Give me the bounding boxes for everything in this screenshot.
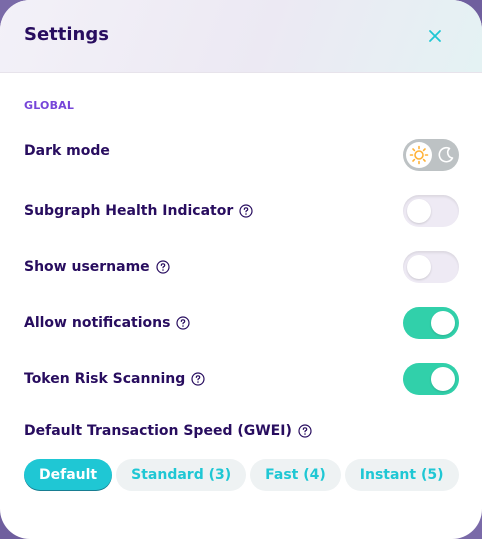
help-icon[interactable]	[191, 372, 205, 386]
speed-option-standard[interactable]: Standard (3)	[116, 459, 247, 491]
sun-icon	[409, 145, 429, 165]
transaction-speed-row: Default Transaction Speed (GWEI)	[24, 423, 312, 439]
help-icon[interactable]	[239, 204, 253, 218]
close-icon	[429, 30, 441, 42]
speed-option-default[interactable]: Default	[24, 459, 113, 491]
speed-option-instant[interactable]: Instant (5)	[344, 459, 459, 491]
dark-mode-label: Dark mode	[24, 143, 110, 159]
allow-notifications-label: Allow notifications	[24, 315, 171, 331]
moon-icon-wrap	[436, 145, 456, 165]
subgraph-health-label: Subgraph Health Indicator	[24, 203, 234, 219]
settings-modal: Settings GLOBAL Dark mode Subgraph Healt…	[0, 0, 482, 539]
toggle-knob	[431, 367, 455, 391]
allow-notifications-row: Allow notifications	[24, 315, 191, 331]
token-risk-scanning-toggle[interactable]	[403, 363, 459, 395]
allow-notifications-toggle[interactable]	[403, 307, 459, 339]
toggle-knob	[431, 311, 455, 335]
subgraph-health-toggle[interactable]	[403, 195, 459, 227]
modal-header: Settings	[0, 0, 482, 73]
show-username-row: Show username	[24, 259, 170, 275]
theme-toggle-knob	[406, 142, 432, 168]
help-icon[interactable]	[156, 260, 170, 274]
speed-option-fast[interactable]: Fast (4)	[250, 459, 341, 491]
close-button[interactable]	[419, 20, 451, 52]
help-icon[interactable]	[298, 424, 312, 438]
token-risk-scanning-label: Token Risk Scanning	[24, 371, 186, 387]
help-icon[interactable]	[176, 316, 191, 330]
show-username-toggle[interactable]	[403, 251, 459, 283]
toggle-knob	[407, 255, 431, 279]
show-username-label: Show username	[24, 259, 150, 275]
subgraph-health-row: Subgraph Health Indicator	[24, 203, 253, 219]
toggle-knob	[407, 199, 431, 223]
transaction-speed-label: Default Transaction Speed (GWEI)	[24, 423, 292, 439]
token-risk-scanning-row: Token Risk Scanning	[24, 371, 205, 387]
moon-icon	[438, 147, 454, 163]
dark-mode-toggle[interactable]	[403, 139, 459, 171]
dark-mode-row: Dark mode	[24, 143, 110, 159]
transaction-speed-options: Default Standard (3) Fast (4) Instant (5…	[24, 459, 459, 491]
modal-title: Settings	[24, 24, 109, 45]
section-label-global: GLOBAL	[24, 99, 75, 112]
